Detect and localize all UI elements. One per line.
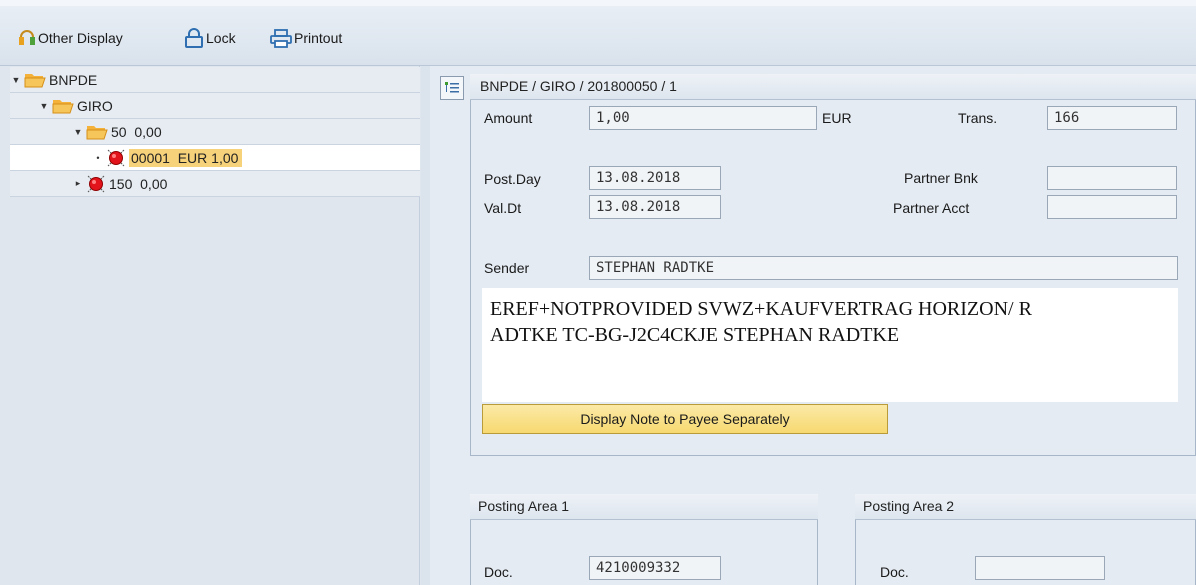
lock-label: Lock bbox=[206, 30, 236, 46]
tree-label-00001: 00001 EUR 1,00 bbox=[129, 148, 243, 167]
expand-arrow-icon[interactable]: ▼ bbox=[72, 127, 84, 137]
application-toolbar: Other Display Lock Printout bbox=[0, 0, 1196, 66]
currency-label: EUR bbox=[822, 110, 852, 126]
valdt-label: Val.Dt bbox=[484, 200, 522, 216]
tree-node-150[interactable]: ▸ 150 0,00 bbox=[10, 171, 420, 197]
panel-splitter[interactable] bbox=[421, 66, 430, 585]
posting-area-1-title: Posting Area 1 bbox=[470, 494, 818, 520]
tree-node-giro[interactable]: ▼ GIRO bbox=[10, 93, 420, 119]
display-note-button[interactable]: Display Note to Payee Separately bbox=[482, 404, 888, 434]
trans-field[interactable]: 166 bbox=[1047, 106, 1177, 130]
red-status-icon bbox=[107, 149, 125, 166]
lock-button[interactable]: Lock bbox=[184, 26, 236, 50]
sender-field[interactable]: STEPHAN RADTKE bbox=[589, 256, 1178, 280]
doc-field-2[interactable] bbox=[975, 556, 1105, 580]
postday-field[interactable]: 13.08.2018 bbox=[589, 166, 721, 190]
tree-label-giro: GIRO bbox=[77, 97, 113, 114]
note-line-2: ADTKE TC-BG-J2C4CKJE STEPHAN RADTKE bbox=[490, 324, 900, 346]
partner-bank-field[interactable] bbox=[1047, 166, 1177, 190]
printout-button[interactable]: Printout bbox=[270, 26, 342, 50]
partner-account-label: Partner Acct bbox=[893, 200, 970, 216]
posting-area-2-title: Posting Area 2 bbox=[855, 494, 1196, 520]
tree-label-50: 50 0,00 bbox=[111, 123, 162, 140]
partner-account-field[interactable] bbox=[1047, 195, 1177, 219]
amount-field[interactable]: 1,00 bbox=[589, 106, 817, 130]
postday-label: Post.Day bbox=[484, 171, 541, 187]
doc-label-1: Doc. bbox=[484, 564, 513, 580]
note-line-1: EREF+NOTPROVIDED SVWZ+KAUFVERTRAG HORIZO… bbox=[490, 298, 1032, 320]
expand-arrow-icon[interactable]: ▼ bbox=[10, 75, 22, 85]
printout-label: Printout bbox=[294, 30, 343, 46]
item-detail-header: BNPDE / GIRO / 201800050 / 1 bbox=[470, 74, 1196, 100]
open-folder-icon bbox=[86, 125, 108, 139]
note-to-payee-text: EREF+NOTPROVIDED SVWZ+KAUFVERTRAG HORIZO… bbox=[482, 288, 1178, 402]
tree-label-150: 150 0,00 bbox=[109, 175, 168, 192]
tree-label-bnpde: BNPDE bbox=[49, 71, 98, 88]
open-folder-icon bbox=[24, 73, 46, 87]
trans-label: Trans. bbox=[958, 110, 998, 126]
collapse-arrow-icon[interactable]: ▸ bbox=[72, 178, 84, 189]
other-display-label: Other Display bbox=[38, 30, 123, 46]
valdt-field[interactable]: 13.08.2018 bbox=[589, 195, 721, 219]
tree-node-50[interactable]: ▼ 50 0,00 bbox=[10, 119, 420, 145]
lock-icon bbox=[185, 28, 203, 48]
sender-label: Sender bbox=[484, 260, 530, 276]
other-display-button[interactable]: Other Display bbox=[18, 26, 123, 50]
printer-icon bbox=[270, 29, 292, 48]
other-display-icon bbox=[19, 30, 35, 45]
tree-toggle-icon bbox=[445, 82, 459, 93]
tree-node-00001[interactable]: • 00001 EUR 1,00 bbox=[10, 145, 420, 171]
doc-field-1[interactable]: 4210009332 bbox=[589, 556, 721, 580]
red-status-icon bbox=[87, 175, 105, 192]
partner-bank-label: Partner Bnk bbox=[904, 170, 978, 186]
amount-label: Amount bbox=[484, 110, 533, 126]
open-folder-icon bbox=[52, 99, 74, 113]
tree-node-bnpde[interactable]: ▼ BNPDE bbox=[10, 67, 420, 93]
expand-arrow-icon[interactable]: ▼ bbox=[38, 101, 50, 111]
leaf-bullet-icon: • bbox=[96, 152, 100, 163]
toggle-tree-button[interactable] bbox=[440, 76, 464, 100]
doc-label-2: Doc. bbox=[880, 564, 909, 580]
